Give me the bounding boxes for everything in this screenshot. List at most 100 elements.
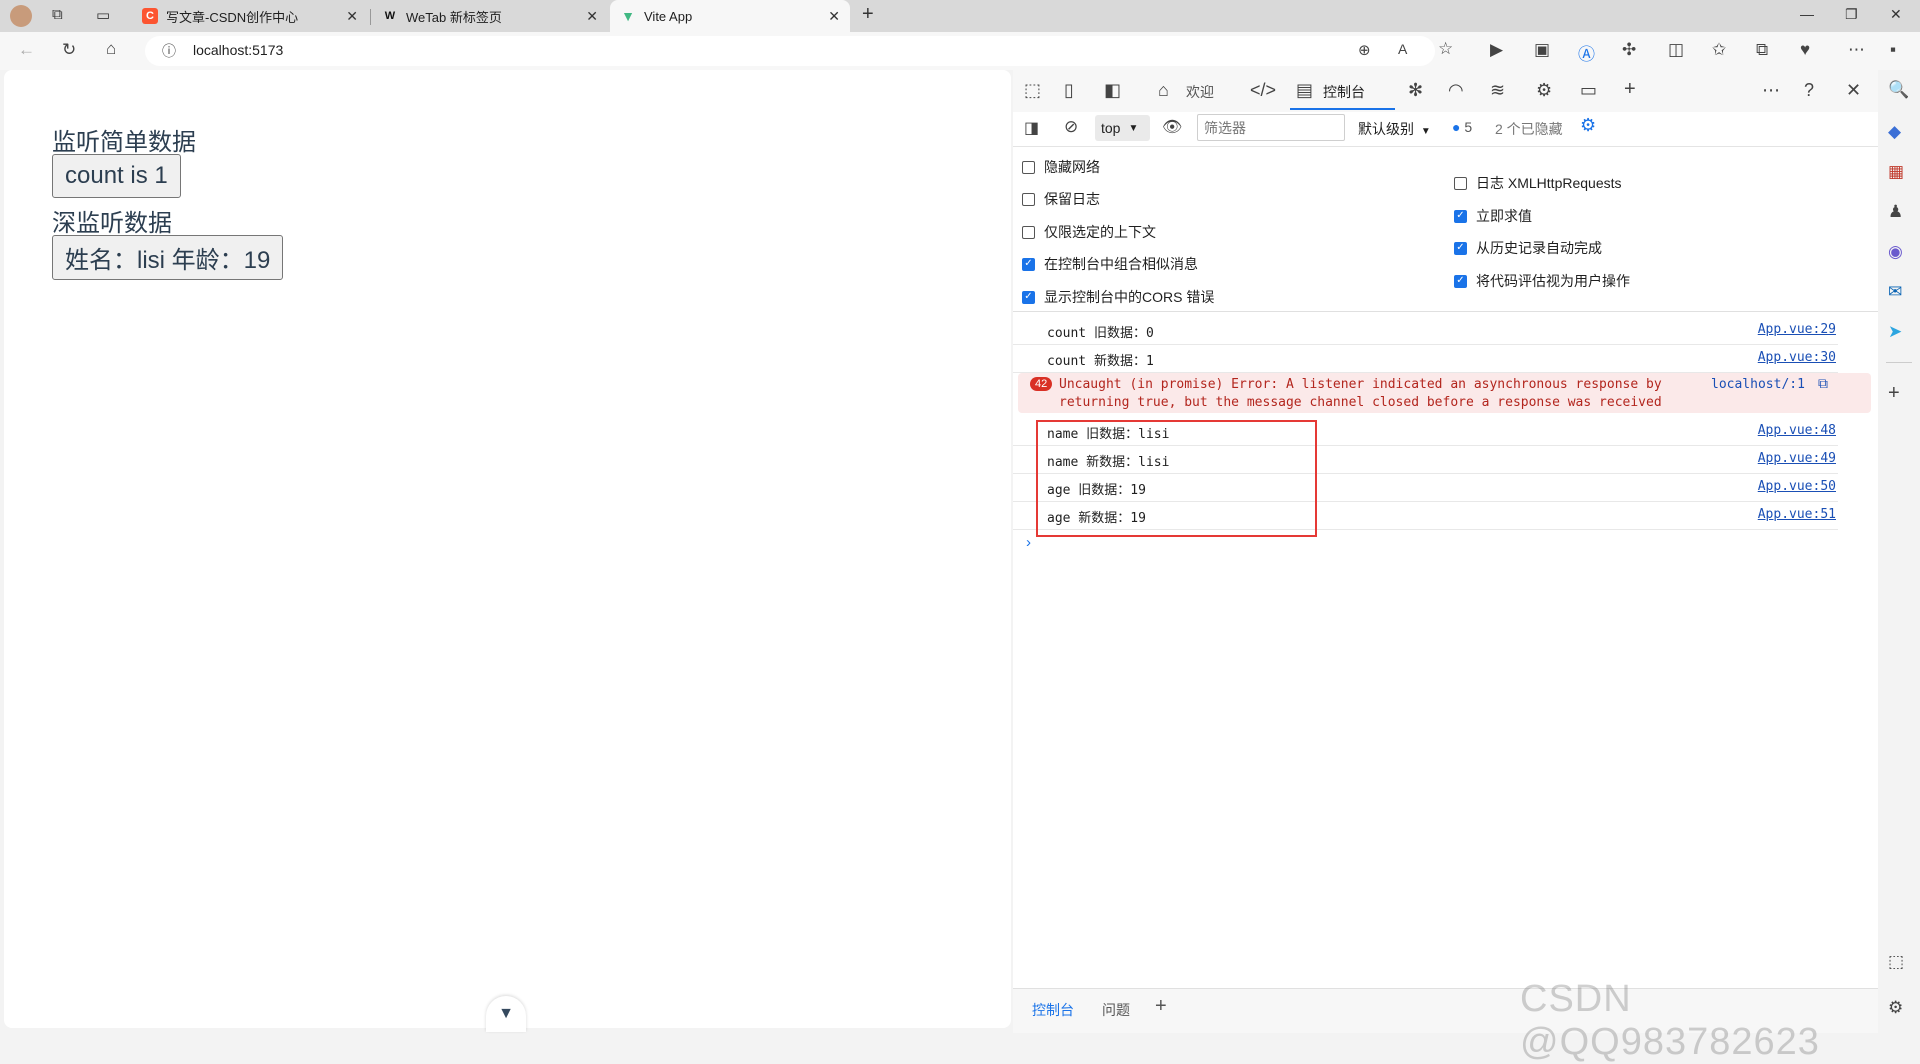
close-icon[interactable]: ✕ [828,8,840,25]
setting-user-gesture[interactable]: ✓ 将代码评估视为用户操作 [1454,271,1630,291]
setting-group-similar[interactable]: ✓ 在控制台中组合相似消息 [1022,254,1198,274]
console-prompt-icon[interactable]: › [1026,534,1031,551]
vertical-tabs-icon[interactable]: ▭ [96,6,110,24]
checkbox[interactable] [1022,225,1035,239]
screenshot-icon[interactable]: ⬚ [1888,952,1904,972]
tab-vite-app[interactable]: ▼ Vite App ✕ [610,0,850,32]
sources-bug-icon[interactable]: ✻ [1408,80,1423,101]
search-icon[interactable]: 🔍 [1888,80,1909,100]
tools-briefcase-icon[interactable]: ▦ [1888,162,1904,182]
tab-welcome[interactable]: 欢迎 [1186,82,1214,102]
dock-side-icon[interactable]: ◧ [1104,80,1121,101]
setting-preserve-log[interactable]: 保留日志 [1022,189,1100,209]
application-icon[interactable]: ▭ [1580,80,1597,101]
log-level-select[interactable]: 默认级别 ▼ [1358,119,1431,139]
info-icon[interactable]: ⓘ [162,41,176,61]
chevron-down-icon: ▼ [1128,122,1139,134]
extensions-puzzle-icon[interactable]: ✣ [1622,40,1636,60]
home-icon[interactable]: ⌂ [1158,80,1169,101]
vue-devtools-toggle[interactable]: ▼ [486,996,526,1032]
clear-console-icon[interactable]: ⊘ [1064,117,1078,137]
games-icon[interactable]: ♟ [1888,202,1903,222]
source-link[interactable]: App.vue:30 [1758,350,1836,365]
drawer-add-icon[interactable]: + [1155,995,1167,1018]
restore-button[interactable]: ❐ [1845,6,1858,23]
split-screen-icon[interactable]: ◫ [1668,40,1684,60]
source-link[interactable]: App.vue:49 [1758,451,1836,466]
address-text[interactable]: localhost:5173 [193,42,283,58]
sidebar-toggle-icon[interactable]: ◨ [1024,118,1039,138]
inspect-element-icon[interactable]: ⬚ [1024,80,1041,101]
source-link[interactable]: App.vue:29 [1758,322,1836,337]
checkbox[interactable] [1454,176,1467,190]
add-panel-icon[interactable]: + [1624,78,1636,101]
translate-icon[interactable]: Ⓐ [1578,40,1595,65]
shopping-tag-icon[interactable]: ◆ [1888,122,1901,142]
elements-icon[interactable]: </> [1250,80,1276,101]
filter-input[interactable] [1197,114,1345,141]
setting-autocomplete-history[interactable]: ✓ 从历史记录自动完成 [1454,238,1602,258]
profile-avatar[interactable] [10,5,32,27]
close-icon[interactable]: ✕ [586,8,598,25]
console-icon[interactable]: ▤ [1296,80,1313,101]
tab-wetab[interactable]: W WeTab 新标签页 ✕ [372,0,608,32]
extension-icon[interactable]: ▣ [1534,40,1550,60]
more-menu-icon[interactable]: ⋯ [1848,40,1865,60]
checkbox[interactable]: ✓ [1022,290,1035,304]
copilot-icon[interactable]: ◉ [1888,242,1903,262]
drawer-tab-console[interactable]: 控制台 [1032,1000,1074,1020]
play-icon[interactable]: ▶ [1490,40,1503,60]
home-icon[interactable]: ⌂ [106,39,116,59]
close-devtools-icon[interactable]: ✕ [1846,80,1861,101]
count-button[interactable]: count is 1 [52,154,181,198]
read-aloud-icon[interactable]: A [1398,41,1407,57]
setting-log-xhr[interactable]: 日志 XMLHttpRequests [1454,173,1622,193]
setting-selected-context[interactable]: 仅限选定的上下文 [1022,222,1156,242]
address-bar[interactable] [145,36,1435,66]
add-sidebar-app-icon[interactable]: + [1888,382,1900,405]
drawer-tab-issues[interactable]: 问题 [1102,1000,1130,1020]
tab-console[interactable]: 控制台 [1323,82,1365,102]
settings-gear-icon[interactable]: ⚙ [1536,80,1552,101]
checkbox[interactable]: ✓ [1454,274,1467,288]
sidebar-toggle-icon[interactable]: ▪ [1890,40,1896,60]
setting-eager-eval[interactable]: ✓ 立即求值 [1454,206,1532,226]
close-icon[interactable]: ✕ [346,8,358,25]
source-link[interactable]: App.vue:48 [1758,423,1836,438]
network-wifi-icon[interactable]: ≋ [1490,80,1505,101]
performance-icon[interactable]: ♥ [1800,40,1810,60]
performance-gauge-icon[interactable]: ◠ [1448,80,1464,101]
favorites-icon[interactable]: ✩ [1712,40,1726,60]
help-icon[interactable]: ? [1804,80,1814,101]
refresh-icon[interactable]: ↻ [62,40,76,60]
context-select[interactable]: top ▼ [1095,115,1150,141]
console-settings-gear-icon[interactable]: ⚙ [1580,115,1596,136]
favorite-star-icon[interactable]: ☆ [1438,39,1453,59]
source-link[interactable]: App.vue:50 [1758,479,1836,494]
back-icon[interactable]: ← [18,40,35,60]
minimize-button[interactable]: — [1800,6,1814,22]
checkbox[interactable]: ✓ [1454,241,1467,255]
device-emulation-icon[interactable]: ▯ [1064,80,1074,101]
setting-cors-errors[interactable]: ✓ 显示控制台中的CORS 错误 [1022,287,1214,307]
workspaces-icon[interactable]: ⧉ [52,6,63,23]
live-expression-eye-icon[interactable]: 👁 [1162,117,1182,137]
checkbox[interactable]: ✓ [1454,209,1467,223]
outlook-icon[interactable]: ✉ [1888,282,1902,302]
tab-csdn[interactable]: C 写文章-CSDN创作中心 ✕ [132,0,368,32]
source-link[interactable]: App.vue:51 [1758,507,1836,522]
checkbox[interactable] [1022,192,1035,206]
zoom-icon[interactable]: ⊕ [1358,41,1371,59]
setting-hide-network[interactable]: 隐藏网络 [1022,157,1100,177]
collections-icon[interactable]: ⧉ [1756,40,1768,60]
checkbox[interactable]: ✓ [1022,257,1035,271]
copy-icon[interactable]: ⧉ [1818,376,1828,392]
person-button[interactable]: 姓名：lisi 年龄：19 [52,235,284,280]
new-tab-button[interactable]: + [862,3,874,26]
error-source-link[interactable]: localhost/:1 [1711,377,1805,392]
window-close-button[interactable]: ✕ [1890,6,1902,23]
telegram-icon[interactable]: ➤ [1888,322,1902,342]
issues-counter[interactable]: ● 5 [1452,119,1472,135]
more-icon[interactable]: ⋯ [1762,80,1780,101]
checkbox[interactable] [1022,160,1035,174]
